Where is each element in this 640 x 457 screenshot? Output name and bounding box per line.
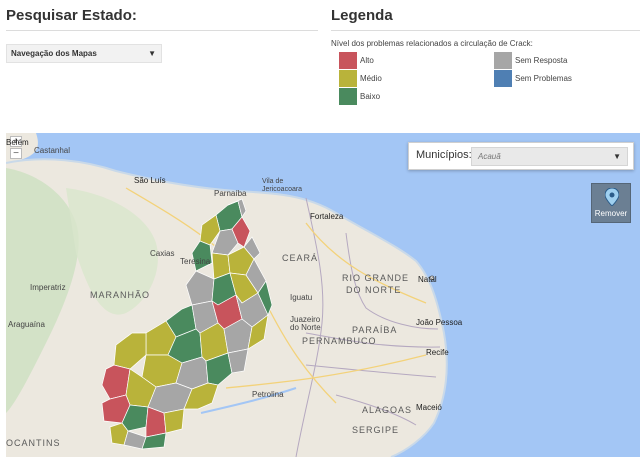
legend-label: Médio — [360, 74, 382, 83]
place-label: ALAGOAS — [362, 405, 413, 415]
place-label: Imperatriz — [30, 283, 66, 292]
map-canvas[interactable]: + − Belém Castanhal São Luís Parnaíba Vi… — [6, 133, 640, 457]
legend-swatch — [494, 52, 512, 69]
map-pin-icon — [605, 188, 619, 206]
place-label: Belém — [6, 138, 29, 147]
place-label: Fortaleza — [310, 212, 344, 221]
legend-swatch — [494, 70, 512, 87]
place-label: Vila de Jericoacoara — [262, 178, 303, 193]
place-label: Maceió — [416, 403, 442, 412]
place-label: Castanhal — [34, 146, 71, 155]
place-label: Petrolina — [252, 390, 284, 399]
legend-label: Alto — [360, 56, 374, 65]
legend-label: Sem Resposta — [515, 56, 568, 65]
zoom-out-button[interactable]: − — [10, 148, 22, 159]
remove-button[interactable]: Remover — [591, 183, 631, 223]
legend-subtitle: Nível dos problemas relacionados a circu… — [331, 39, 533, 48]
legend-title: Legenda — [331, 7, 640, 31]
municipios-label: Municípios: — [416, 149, 472, 161]
map-navigation-select[interactable]: Navegação dos Mapas ▼ — [6, 44, 162, 63]
municipios-select-value: Acauã — [478, 152, 501, 161]
legend-swatch — [339, 88, 357, 105]
caret-down-icon: ▼ — [613, 152, 621, 161]
place-label: Caxias — [150, 249, 175, 258]
place-label: CEARÁ — [282, 253, 319, 263]
place-label: DO NORTE — [346, 285, 402, 295]
place-label: RIO GRANDE — [342, 273, 410, 283]
place-label: São Luís — [134, 176, 166, 185]
place-label: SERGIPE — [352, 425, 400, 435]
remove-button-label: Remover — [594, 209, 628, 218]
place-label: Natal — [418, 275, 437, 284]
legend-swatch — [339, 70, 357, 87]
place-label: João Pessoa — [416, 318, 463, 327]
legend-label: Sem Problemas — [515, 74, 572, 83]
municipios-panel: Municípios: Acauã ▼ — [408, 142, 634, 170]
map-navigation-select-value: Navegação dos Mapas — [11, 49, 97, 58]
municipios-select[interactable]: Acauã ▼ — [471, 147, 628, 166]
place-label: Teresina — [180, 257, 211, 266]
place-label: do Norte — [290, 323, 321, 332]
place-label: OCANTINS — [6, 438, 61, 448]
place-label: PERNAMBUCO — [302, 336, 377, 346]
place-label: Araguaína — [8, 320, 45, 329]
place-label: Recife — [426, 348, 449, 357]
place-label: PARAÍBA — [352, 325, 398, 335]
legend-label: Baixo — [360, 92, 381, 101]
place-label: MARANHÃO — [90, 290, 151, 300]
caret-down-icon: ▼ — [148, 49, 156, 58]
search-state-title: Pesquisar Estado: — [6, 7, 318, 31]
place-label: Parnaíba — [214, 189, 247, 198]
place-label: Iguatu — [290, 293, 313, 302]
legend-swatch — [339, 52, 357, 69]
